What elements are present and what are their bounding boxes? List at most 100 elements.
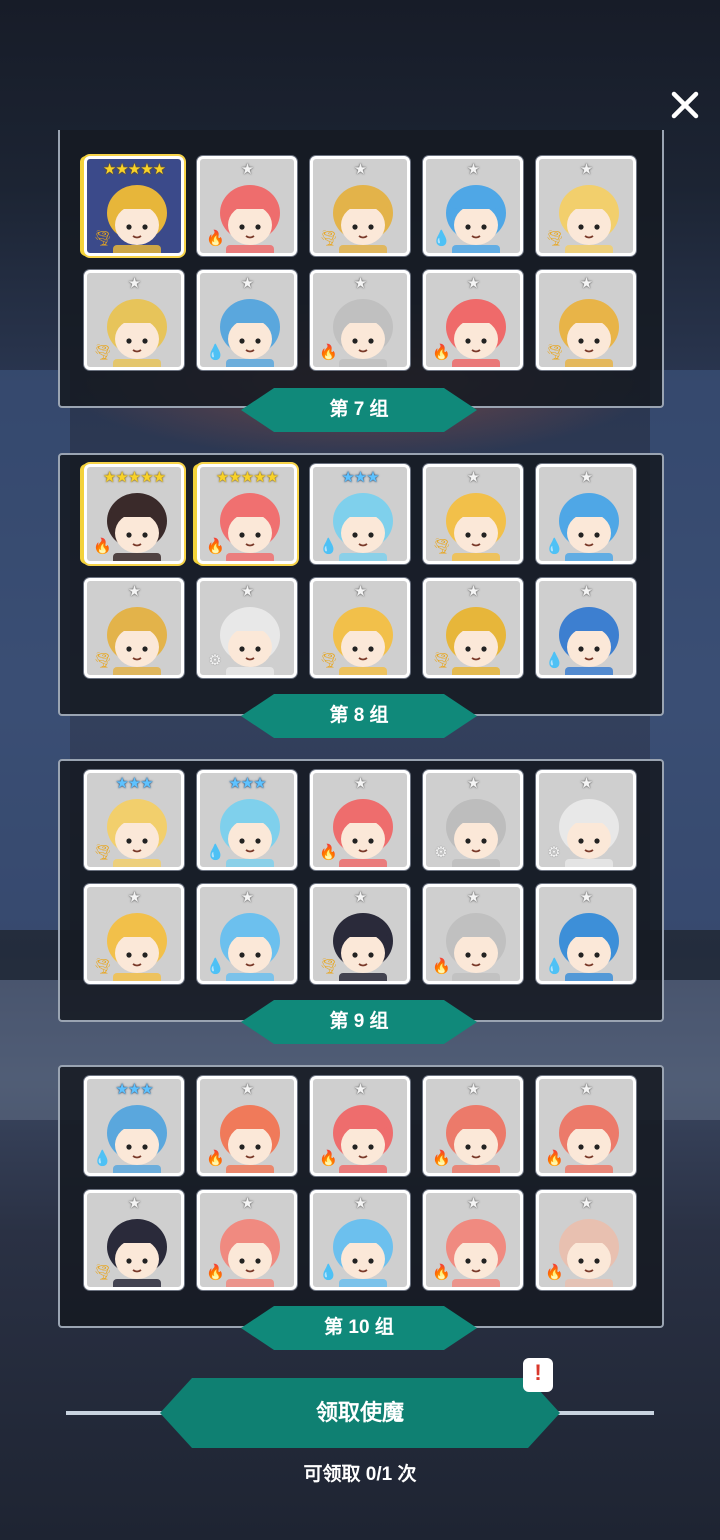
fire-element-icon: 🔥	[545, 1149, 564, 1167]
group-panel: ★★★★★ 🔥 ★★★★★ 🔥 ★★★ 💧 ★ 🌪 ★ 💧 ★ 🌪 ★ ⚙ ★ …	[58, 453, 664, 716]
familiar-card[interactable]: ★ 💧	[536, 464, 636, 564]
star-rating: ★	[240, 1080, 254, 1098]
familiar-card[interactable]: ★ 🔥	[310, 770, 410, 870]
familiar-card[interactable]: ★ 🌪	[84, 1190, 184, 1290]
familiar-card[interactable]: ★ ⚙	[536, 770, 636, 870]
group-panel: ★★★ 💧 ★ 🔥 ★ 🔥 ★ 🔥 ★ 🔥 ★ 🌪 ★ 🔥 ★ 💧 ★ 🔥 ★ …	[58, 1065, 664, 1328]
fire-element-icon: 🔥	[432, 957, 451, 975]
star-rating: ★	[240, 274, 254, 292]
water-element-icon: 💧	[545, 651, 564, 669]
familiar-card[interactable]: ★★★★★ 🔥	[197, 464, 297, 564]
familiar-card[interactable]: ★★★ 💧	[310, 464, 410, 564]
fire-element-icon: 🔥	[319, 1149, 338, 1167]
familiar-card[interactable]: ★ 🌪	[536, 270, 636, 370]
light-element-icon: ⚙	[434, 843, 448, 861]
star-rating: ★	[240, 888, 254, 906]
familiar-card[interactable]: ★★★ 💧	[197, 770, 297, 870]
star-rating: ★	[240, 1194, 254, 1212]
familiar-card[interactable]: ★★★★★ 🔥	[84, 464, 184, 564]
familiar-card[interactable]: ★ 💧	[536, 884, 636, 984]
close-icon	[671, 91, 699, 119]
star-rating: ★	[240, 160, 254, 178]
familiar-card[interactable]: ★ 💧	[310, 1190, 410, 1290]
star-rating: ★★★★★	[102, 468, 166, 486]
star-rating: ★	[127, 582, 141, 600]
star-rating: ★	[466, 582, 480, 600]
water-element-icon: 💧	[545, 957, 564, 975]
star-rating: ★	[579, 1194, 593, 1212]
wind-element-icon: 🌪	[93, 343, 113, 361]
familiar-card[interactable]: ★ 🌪	[310, 156, 410, 256]
star-rating: ★	[127, 274, 141, 292]
familiar-card[interactable]: ★★★ 💧	[84, 1076, 184, 1176]
group-label: 第 10 组	[241, 1306, 477, 1350]
wind-element-icon: 🌪	[93, 1263, 113, 1281]
familiar-card[interactable]: ★ 🔥	[423, 1190, 523, 1290]
claim-familiar-button[interactable]: 领取使魔	[160, 1378, 560, 1448]
water-element-icon: 💧	[206, 843, 225, 861]
light-element-icon: ⚙	[208, 651, 222, 669]
familiar-card[interactable]: ★ 💧	[197, 270, 297, 370]
familiar-card[interactable]: ★ 🔥	[310, 1076, 410, 1176]
star-rating: ★★★★★	[215, 468, 279, 486]
wind-element-icon: 🌪	[319, 957, 339, 975]
wind-element-icon: 🌪	[93, 651, 113, 669]
familiar-card[interactable]: ★ 🔥	[197, 1076, 297, 1176]
close-button[interactable]	[664, 84, 706, 126]
familiar-card[interactable]: ★ 🌪	[84, 270, 184, 370]
fire-element-icon: 🔥	[432, 343, 451, 361]
fire-element-icon: 🔥	[432, 1149, 451, 1167]
star-rating: ★★★	[228, 774, 266, 792]
star-rating: ★	[353, 274, 367, 292]
group-label: 第 8 组	[241, 694, 477, 738]
star-rating: ★	[353, 1080, 367, 1098]
familiar-card[interactable]: ★ 🔥	[423, 1076, 523, 1176]
star-rating: ★	[353, 1194, 367, 1212]
familiar-card[interactable]: ★ 🌪	[310, 578, 410, 678]
familiar-card[interactable]: ★ ⚙	[423, 770, 523, 870]
fire-element-icon: 🔥	[545, 1263, 564, 1281]
fire-element-icon: 🔥	[206, 1263, 225, 1281]
fire-element-icon: 🔥	[319, 343, 338, 361]
familiar-card[interactable]: ★ 🔥	[423, 884, 523, 984]
card-grid: ★★★ 💧 ★ 🔥 ★ 🔥 ★ 🔥 ★ 🔥 ★ 🌪 ★ 🔥 ★ 💧 ★ 🔥 ★ …	[84, 1076, 640, 1290]
star-rating: ★	[353, 888, 367, 906]
familiar-card[interactable]: ★ 🔥	[536, 1076, 636, 1176]
familiar-card[interactable]: ★ 🌪	[536, 156, 636, 256]
familiar-card[interactable]: ★ 🌪	[84, 578, 184, 678]
wind-element-icon: 🌪	[319, 651, 339, 669]
water-element-icon: 💧	[432, 229, 451, 247]
star-rating: ★	[240, 582, 254, 600]
familiar-card[interactable]: ★ 🔥	[310, 270, 410, 370]
familiar-card[interactable]: ★ 💧	[197, 884, 297, 984]
familiar-card[interactable]: ★ 🔥	[536, 1190, 636, 1290]
familiar-card[interactable]: ★ 💧	[536, 578, 636, 678]
familiar-card[interactable]: ★★★ 🌪	[84, 770, 184, 870]
star-rating: ★	[579, 468, 593, 486]
fire-element-icon: 🔥	[319, 843, 338, 861]
wind-element-icon: 🌪	[545, 229, 565, 247]
familiar-card[interactable]: ★ 🔥	[197, 156, 297, 256]
star-rating: ★★★	[115, 1080, 153, 1098]
familiar-card[interactable]: ★★★★★ 🌪	[84, 156, 184, 256]
familiar-card[interactable]: ★ ⚙	[197, 578, 297, 678]
star-rating: ★	[353, 582, 367, 600]
familiar-card[interactable]: ★ 🌪	[423, 464, 523, 564]
familiar-card[interactable]: ★ 🌪	[84, 884, 184, 984]
star-rating: ★	[466, 1194, 480, 1212]
fire-element-icon: 🔥	[206, 1149, 225, 1167]
water-element-icon: 💧	[319, 537, 338, 555]
star-rating: ★	[466, 1080, 480, 1098]
familiar-card[interactable]: ★ 🌪	[423, 578, 523, 678]
water-element-icon: 💧	[319, 1263, 338, 1281]
star-rating: ★	[466, 468, 480, 486]
wind-element-icon: 🌪	[432, 537, 452, 555]
claim-count-text: 可领取 0/1 次	[303, 1464, 417, 1485]
group-panel: ★★★★★ 🌪 ★ 🔥 ★ 🌪 ★ 💧 ★ 🌪 ★ 🌪 ★ 💧 ★ 🔥 ★ 🔥 …	[58, 130, 664, 408]
familiar-card[interactable]: ★ 💧	[423, 156, 523, 256]
familiar-card[interactable]: ★ 🔥	[423, 270, 523, 370]
card-grid: ★★★★★ 🌪 ★ 🔥 ★ 🌪 ★ 💧 ★ 🌪 ★ 🌪 ★ 💧 ★ 🔥 ★ 🔥 …	[84, 156, 640, 370]
familiar-card[interactable]: ★ 🔥	[197, 1190, 297, 1290]
familiar-card[interactable]: ★ 🌪	[310, 884, 410, 984]
card-grid: ★★★ 🌪 ★★★ 💧 ★ 🔥 ★ ⚙ ★ ⚙ ★ 🌪 ★ 💧 ★ 🌪 ★ 🔥 …	[84, 770, 640, 984]
